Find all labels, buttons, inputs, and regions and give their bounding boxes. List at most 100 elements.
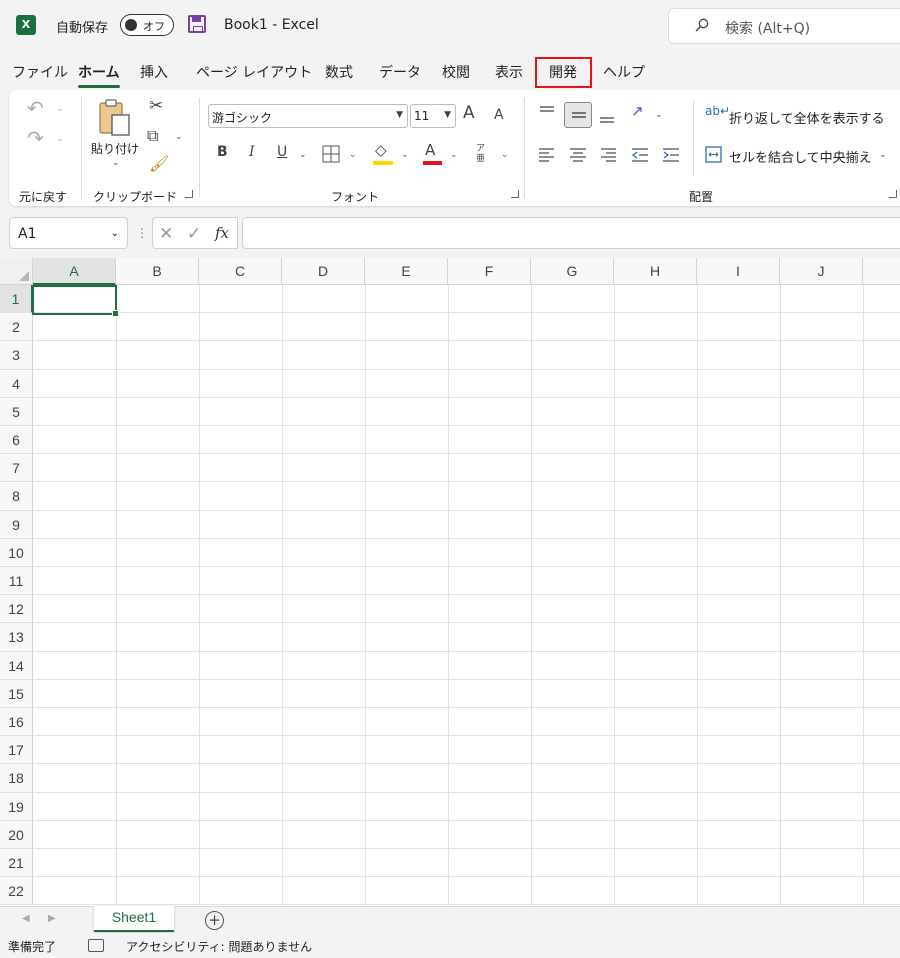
- paste-icon[interactable]: [97, 98, 133, 138]
- italic-button[interactable]: I: [249, 145, 255, 159]
- font-name-dropdown[interactable]: 游ゴシック ▼: [208, 104, 408, 128]
- search-box[interactable]: 検索 (Alt+Q): [668, 8, 900, 44]
- row-header-12[interactable]: 12: [0, 595, 33, 624]
- row-header-3[interactable]: 3: [0, 341, 33, 370]
- column-header-c[interactable]: C: [199, 258, 282, 285]
- tab-file[interactable]: ファイル: [12, 62, 68, 82]
- sheet-tab[interactable]: Sheet1: [94, 906, 174, 932]
- fill-color-dropdown-icon[interactable]: ⌄: [401, 150, 409, 160]
- row-header-11[interactable]: 11: [0, 567, 33, 596]
- wrap-text-icon[interactable]: ab↵: [705, 105, 730, 117]
- row-header-2[interactable]: 2: [0, 313, 33, 342]
- align-bottom-icon[interactable]: [598, 108, 616, 126]
- underline-dropdown-icon[interactable]: ⌄: [299, 150, 307, 160]
- column-header-i[interactable]: I: [697, 258, 780, 285]
- bold-button[interactable]: B: [217, 145, 228, 159]
- tab-page-layout[interactable]: ページ レイアウト: [196, 62, 312, 82]
- orientation-dropdown-icon[interactable]: ⌄: [655, 110, 663, 120]
- more-options-icon[interactable]: ⋮: [136, 226, 148, 240]
- borders-dropdown-icon[interactable]: ⌄: [349, 150, 357, 160]
- column-header-g[interactable]: G: [531, 258, 614, 285]
- scroll-left-icon[interactable]: ◀: [22, 913, 30, 924]
- tab-formulas[interactable]: 数式: [325, 62, 353, 82]
- align-center-icon[interactable]: [569, 146, 587, 164]
- column-header-f[interactable]: F: [448, 258, 531, 285]
- copy-icon[interactable]: ⧉: [147, 128, 158, 144]
- row-header-8[interactable]: 8: [0, 482, 33, 511]
- row-header-7[interactable]: 7: [0, 454, 33, 483]
- tab-review[interactable]: 校閲: [442, 62, 470, 82]
- cut-icon[interactable]: ✂: [149, 98, 163, 115]
- tab-data[interactable]: データ: [379, 62, 421, 82]
- row-header-21[interactable]: 21: [0, 849, 33, 878]
- worksheet-grid[interactable]: ABCDEFGHIJ 1 2 3 4 5 6 7 8 9 10 11 12 13 14 15 16 17 18 19…: [0, 258, 900, 906]
- tab-view[interactable]: 表示: [495, 62, 523, 82]
- row-header-13[interactable]: 13: [0, 623, 33, 652]
- align-right-icon[interactable]: [599, 146, 617, 164]
- row-header-9[interactable]: 9: [0, 510, 33, 539]
- borders-icon[interactable]: [322, 145, 340, 163]
- shrink-font-icon[interactable]: A: [494, 108, 504, 122]
- wrap-text-button[interactable]: 折り返して全体を表示する: [729, 108, 885, 127]
- macro-record-icon[interactable]: [88, 939, 104, 952]
- column-header-b[interactable]: B: [116, 258, 199, 285]
- column-header-e[interactable]: E: [365, 258, 448, 285]
- save-icon[interactable]: [188, 15, 206, 33]
- undo-icon[interactable]: ↶: [27, 98, 44, 118]
- row-header-18[interactable]: 18: [0, 764, 33, 793]
- row-header-16[interactable]: 16: [0, 708, 33, 737]
- orientation-icon[interactable]: ↗: [631, 104, 644, 119]
- row-header-5[interactable]: 5: [0, 397, 33, 426]
- format-painter-icon[interactable]: 🖌: [149, 156, 169, 172]
- row-header-10[interactable]: 10: [0, 538, 33, 567]
- merge-center-icon[interactable]: [705, 146, 722, 163]
- row-header-19[interactable]: 19: [0, 792, 33, 821]
- name-box[interactable]: A1 ⌄: [9, 217, 128, 249]
- underline-button[interactable]: U: [277, 145, 287, 159]
- redo-icon[interactable]: ↷: [27, 128, 44, 148]
- paste-dropdown-icon[interactable]: ⌄: [112, 158, 120, 168]
- column-header-d[interactable]: D: [282, 258, 365, 285]
- tab-insert[interactable]: 挿入: [140, 62, 168, 82]
- phonetic-dropdown-icon[interactable]: ⌄: [501, 150, 509, 160]
- enter-icon[interactable]: ✓: [187, 224, 201, 244]
- merge-center-button[interactable]: セルを結合して中央揃え: [729, 147, 872, 166]
- fill-color-icon[interactable]: ◇: [375, 143, 387, 158]
- font-color-icon[interactable]: A: [425, 143, 435, 158]
- paste-label[interactable]: 貼り付け: [91, 140, 139, 157]
- column-header-partial[interactable]: [863, 258, 900, 285]
- decrease-indent-icon[interactable]: [631, 146, 649, 164]
- active-cell[interactable]: [32, 285, 119, 317]
- formula-input[interactable]: [242, 217, 900, 249]
- increase-indent-icon[interactable]: [662, 146, 680, 164]
- phonetic-guide-icon[interactable]: ア亜: [476, 144, 490, 164]
- font-size-dropdown[interactable]: 11 ▼: [410, 104, 456, 128]
- align-top-icon[interactable]: [538, 104, 556, 122]
- accessibility-status[interactable]: アクセシビリティ: 問題ありません: [126, 938, 312, 955]
- alignment-launcher-icon[interactable]: [889, 190, 897, 198]
- redo-dropdown-icon[interactable]: ⌄: [56, 134, 64, 144]
- align-left-icon[interactable]: [538, 146, 556, 164]
- tab-help[interactable]: ヘルプ: [603, 62, 645, 82]
- copy-dropdown-icon[interactable]: ⌄: [175, 132, 183, 142]
- column-header-a[interactable]: A: [33, 258, 116, 285]
- undo-dropdown-icon[interactable]: ⌄: [56, 104, 64, 114]
- tab-home[interactable]: ホーム: [78, 62, 120, 88]
- row-header-1[interactable]: 1: [0, 285, 33, 314]
- align-middle-button[interactable]: [564, 102, 592, 128]
- clipboard-launcher-icon[interactable]: [185, 190, 193, 198]
- cancel-icon[interactable]: ✕: [159, 224, 173, 244]
- row-header-4[interactable]: 4: [0, 369, 33, 398]
- select-all-button[interactable]: [0, 258, 33, 285]
- font-launcher-icon[interactable]: [511, 190, 519, 198]
- row-header-14[interactable]: 14: [0, 651, 33, 680]
- insert-function-icon[interactable]: fx: [215, 224, 229, 242]
- row-header-15[interactable]: 15: [0, 679, 33, 708]
- row-header-6[interactable]: 6: [0, 426, 33, 455]
- column-header-h[interactable]: H: [614, 258, 697, 285]
- column-header-j[interactable]: J: [780, 258, 863, 285]
- font-color-dropdown-icon[interactable]: ⌄: [450, 150, 458, 160]
- autosave-toggle[interactable]: オフ: [120, 14, 174, 36]
- merge-center-dropdown-icon[interactable]: ⌄: [879, 150, 887, 160]
- scroll-right-icon[interactable]: ▶: [48, 913, 56, 924]
